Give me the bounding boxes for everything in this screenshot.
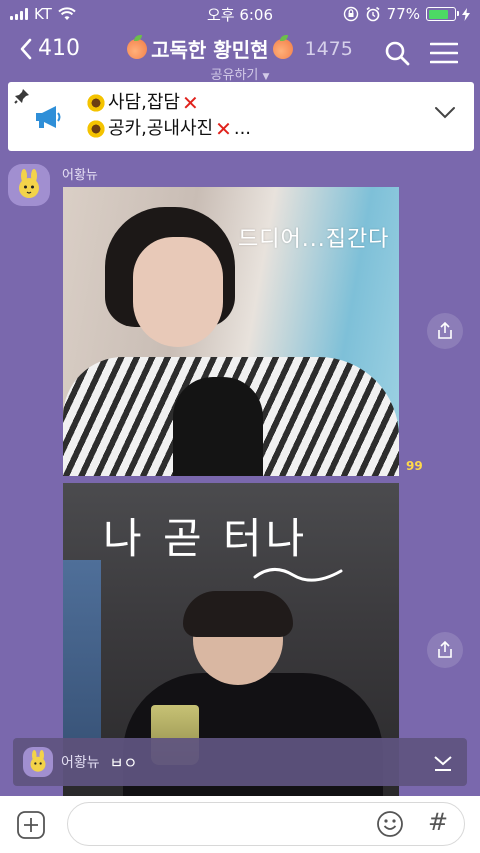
notice-text-1: 사담,잡담	[108, 92, 180, 113]
chat-header: 410 고독한 황민현 1475 공유하기 ▼	[0, 30, 480, 83]
avatar	[23, 747, 53, 777]
share-button[interactable]	[427, 313, 463, 349]
input-bar: #	[0, 796, 480, 853]
notice-line-1: 사담,잡담 ✕	[86, 90, 251, 116]
peach-emoji-icon	[272, 34, 293, 59]
orientation-lock-icon	[343, 6, 358, 22]
emoji-icon[interactable]	[376, 810, 404, 838]
photo-caption: 드디어...집간다	[238, 227, 390, 252]
photo-figure	[173, 377, 263, 476]
photo-figure	[133, 237, 223, 347]
sunflower-icon	[86, 93, 106, 113]
signal-icon	[10, 8, 28, 20]
status-bar: KT 오후 6:06 77%	[0, 0, 480, 28]
cross-mark-icon: ✕	[181, 91, 199, 115]
cross-mark-icon: ✕	[215, 117, 232, 141]
wifi-icon	[58, 7, 76, 20]
preview-sender: 어황뉴	[61, 755, 100, 771]
photo-caption: 나 곧 터나	[103, 514, 309, 563]
squiggle-drawing	[253, 568, 343, 582]
caret-down-icon: ▼	[262, 72, 270, 82]
scroll-down-icon[interactable]	[433, 754, 453, 772]
peach-emoji-icon	[127, 34, 148, 59]
hashtag-icon[interactable]: #	[428, 808, 448, 836]
chat-photo[interactable]: 드디어...집간다	[63, 187, 399, 476]
megaphone-icon	[36, 106, 61, 128]
notice-ellipsis: ...	[233, 118, 252, 139]
share-link[interactable]: 공유하기 ▼	[0, 64, 480, 83]
carrier-label: KT	[34, 5, 52, 23]
bunny-avatar-icon	[30, 750, 46, 772]
avatar[interactable]	[8, 164, 50, 206]
charging-icon	[462, 7, 470, 21]
share-label: 공유하기	[210, 68, 259, 83]
chevron-down-icon[interactable]	[434, 106, 456, 120]
plus-icon[interactable]	[16, 810, 46, 840]
notice-banner[interactable]: 사담,잡담 ✕ 공카,공내사진 ✕ ...	[8, 82, 474, 151]
unread-count: 99	[406, 459, 423, 473]
notice-text-2: 공카,공내사진	[108, 118, 214, 139]
share-icon	[438, 322, 452, 339]
battery-percent: 77%	[386, 5, 420, 23]
preview-text: ㅂㅇ	[109, 753, 138, 772]
member-count: 1475	[304, 37, 353, 60]
message-input[interactable]	[67, 802, 465, 846]
photo-figure	[63, 560, 101, 738]
share-icon	[438, 641, 452, 658]
search-icon[interactable]	[384, 40, 410, 66]
new-message-preview[interactable]: 어황뉴 ㅂㅇ	[13, 738, 467, 786]
alarm-icon	[366, 6, 380, 22]
chat-title: 고독한 황민현	[151, 38, 269, 62]
sender-name: 어황뉴	[62, 168, 98, 183]
menu-icon[interactable]	[430, 42, 458, 64]
share-button[interactable]	[427, 632, 463, 668]
battery-icon	[426, 7, 459, 21]
pin-icon	[14, 89, 29, 104]
notice-line-2: 공카,공내사진 ✕ ...	[86, 116, 251, 142]
sunflower-icon	[86, 119, 106, 139]
bunny-avatar-icon	[19, 169, 39, 198]
photo-figure	[183, 591, 293, 637]
